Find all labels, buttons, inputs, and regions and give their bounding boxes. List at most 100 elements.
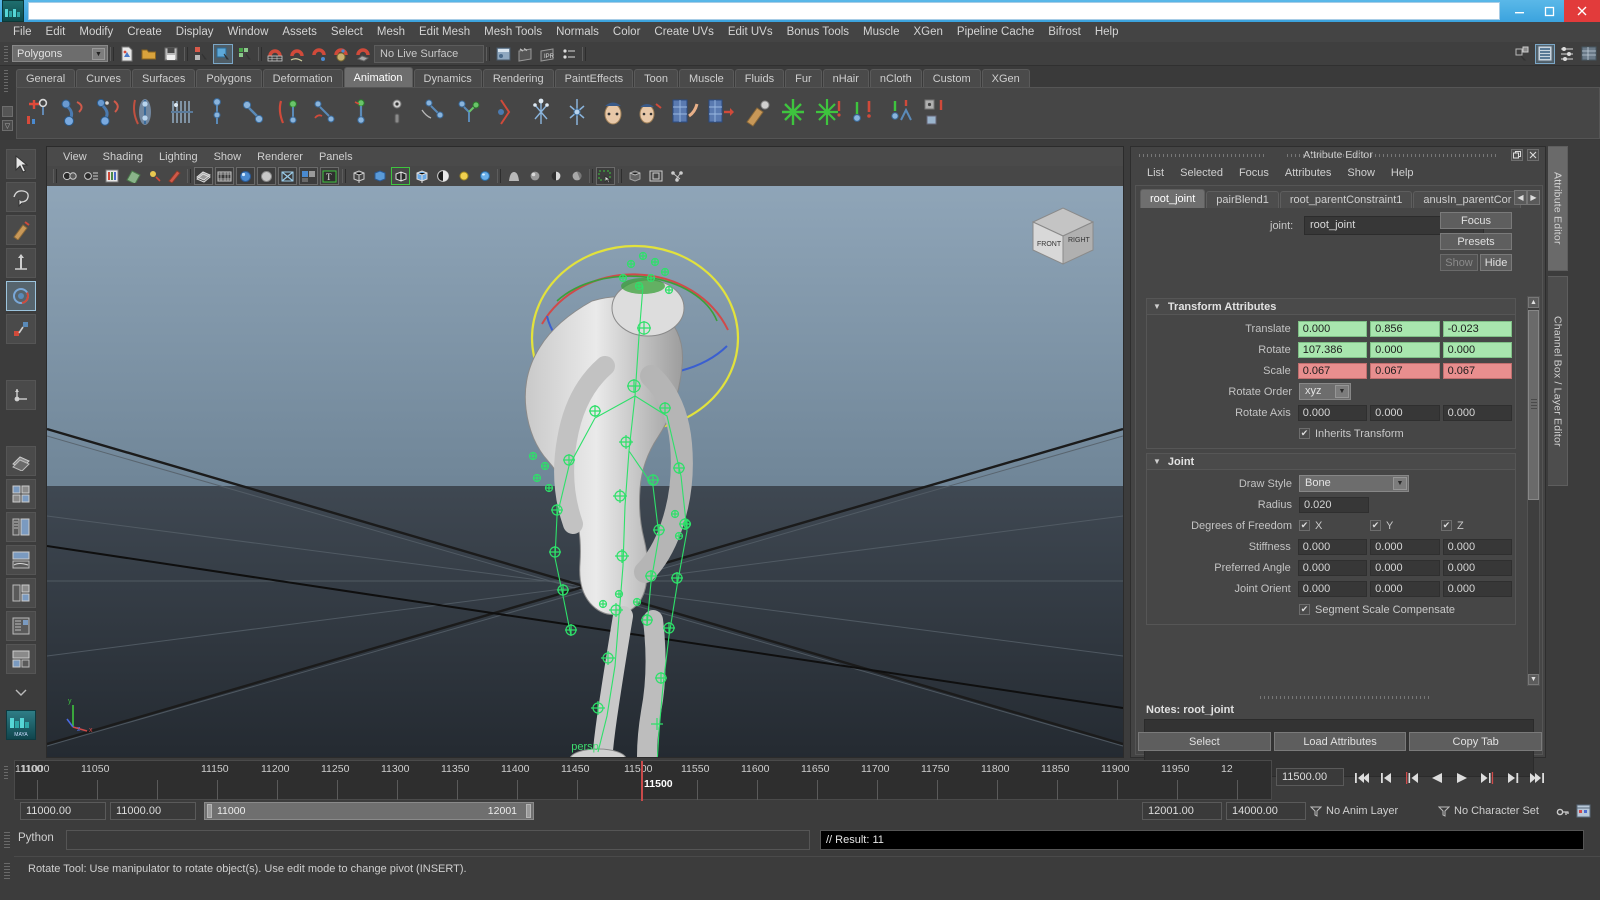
shelf-icon-set-key[interactable]	[849, 96, 883, 130]
scale-z-input[interactable]: 0.067	[1442, 362, 1513, 379]
shelf-icon-create-cluster[interactable]	[777, 96, 811, 130]
point-light-icon[interactable]	[454, 167, 473, 185]
preferred-angle-y-input[interactable]: 0.000	[1370, 559, 1440, 576]
shelf-tab-custom[interactable]: Custom	[922, 69, 981, 88]
snap-to-grids-icon[interactable]	[265, 44, 285, 64]
joint-orient-y-input[interactable]: 0.000	[1370, 580, 1440, 597]
ae-menu-selected[interactable]: Selected	[1172, 166, 1231, 180]
scale-y-input[interactable]: 0.067	[1370, 362, 1440, 379]
xray-joints-icon[interactable]	[646, 167, 665, 185]
help-line-grip[interactable]	[4, 863, 10, 879]
shelf-icon-paint-blend-shape-weights[interactable]	[669, 96, 703, 130]
select-button[interactable]: Select	[1138, 732, 1271, 751]
shelf-icon-artisan-paint[interactable]	[741, 96, 775, 130]
menu-color[interactable]: Color	[606, 24, 647, 40]
range-slider-bar[interactable]: 11000 12001	[204, 802, 534, 820]
shelf-tab-painteffects[interactable]: PaintEffects	[554, 69, 634, 88]
shelf-tab-general[interactable]: General	[16, 69, 76, 88]
attribute-editor-scrollbar[interactable]: ▲ ▼	[1527, 296, 1540, 686]
shelf-tab-surfaces[interactable]: Surfaces	[131, 69, 196, 88]
rotate-axis-y-input[interactable]: 0.000	[1370, 404, 1440, 421]
time-slider-grip[interactable]	[2, 760, 12, 800]
save-scene-icon[interactable]	[161, 44, 181, 64]
viewport-menu-shading[interactable]: Shading	[95, 150, 151, 164]
range-handle-right[interactable]	[526, 804, 531, 818]
shelf-tab-nhair[interactable]: nHair	[822, 69, 869, 88]
transform-attributes-header[interactable]: ▼ Transform Attributes	[1146, 298, 1516, 315]
joint-orient-x-input[interactable]: 0.000	[1297, 580, 1368, 597]
translate-x-input[interactable]: 0.000	[1297, 320, 1368, 337]
layout-two-pane-button[interactable]	[6, 644, 36, 674]
preferred-angle-z-input[interactable]: 0.000	[1442, 559, 1513, 576]
shelf-icon-ik-handle-tool[interactable]	[21, 96, 55, 130]
menu-file[interactable]: File	[6, 24, 39, 40]
layout-hypershade-persp-button[interactable]	[6, 578, 36, 608]
paint-selection-tool-button[interactable]	[6, 215, 36, 245]
menu-bonus-tools[interactable]: Bonus Tools	[780, 24, 856, 40]
joint-section-header[interactable]: ▼ Joint	[1146, 453, 1516, 470]
shelf-icon-connect-joint[interactable]	[309, 96, 343, 130]
shelf-icon-set-breakdown-key[interactable]	[885, 96, 919, 130]
ae-menu-attributes[interactable]: Attributes	[1277, 166, 1339, 180]
snap-to-curves-icon[interactable]	[287, 44, 307, 64]
stiffness-y-input[interactable]: 0.000	[1370, 538, 1440, 555]
motion-blur-icon[interactable]	[546, 167, 565, 185]
menu-modify[interactable]: Modify	[72, 24, 120, 40]
xray-text-icon[interactable]: T	[320, 167, 339, 185]
shelf-icon-joint-tool[interactable]	[201, 96, 235, 130]
hardware-texturing-icon[interactable]	[433, 167, 452, 185]
shelf-icon-reroot-skeleton[interactable]	[345, 96, 379, 130]
menu-display[interactable]: Display	[169, 24, 221, 40]
maximize-button[interactable]	[1534, 0, 1564, 22]
irpr-render-icon[interactable]: IPR	[537, 44, 557, 64]
layout-persp-outliner-button[interactable]	[6, 611, 36, 641]
ae-tab-anusin-parentcon[interactable]: anusIn_parentCor	[1413, 191, 1522, 208]
rotate-x-input[interactable]: 107.386	[1297, 341, 1368, 358]
hide-button[interactable]: Hide	[1480, 254, 1512, 271]
viewport-menu-view[interactable]: View	[55, 150, 95, 164]
ae-menu-focus[interactable]: Focus	[1231, 166, 1277, 180]
viewport-menu-lighting[interactable]: Lighting	[151, 150, 206, 164]
shelf-icon-human-ik[interactable]	[561, 96, 595, 130]
smooth-shade-all-icon[interactable]	[370, 167, 389, 185]
vertical-tab-channel-box[interactable]: Channel Box / Layer Editor	[1548, 276, 1568, 486]
rotate-order-dropdown[interactable]: xyz ▼	[1299, 383, 1351, 400]
lasso-tool-button[interactable]	[6, 182, 36, 212]
show-hide-channel-box-icon[interactable]	[1579, 44, 1599, 64]
translate-z-input[interactable]: -0.023	[1442, 320, 1513, 337]
tab-scroll-left-icon[interactable]: ◀	[1514, 190, 1527, 205]
stiffness-z-input[interactable]: 0.000	[1442, 538, 1513, 555]
anti-aliasing-icon[interactable]	[567, 167, 586, 185]
auto-keyframe-toggle[interactable]	[1556, 805, 1570, 821]
view-cube[interactable]: FRONT RIGHT	[1021, 200, 1105, 272]
show-manipulator-tool-button[interactable]	[6, 380, 36, 410]
bookmarks-icon[interactable]	[102, 167, 121, 185]
show-hide-modeling-toolkit-icon[interactable]	[1513, 44, 1533, 64]
animation-preferences-button[interactable]	[1576, 804, 1591, 821]
shelf-icon-set-preferred-angle[interactable]	[417, 96, 451, 130]
ae-tab-pairblend1[interactable]: pairBlend1	[1206, 191, 1279, 208]
menu-edit-mesh[interactable]: Edit Mesh	[412, 24, 477, 40]
shelf-tab-fluids[interactable]: Fluids	[734, 69, 785, 88]
two-sided-lighting-icon[interactable]	[144, 167, 163, 185]
playback-start-time-field[interactable]: 11000.00	[110, 802, 196, 820]
dof-z-checkbox[interactable]: ✔ Z	[1441, 520, 1464, 532]
current-time-field[interactable]: 11500.00	[1276, 768, 1344, 786]
menu-pipeline-cache[interactable]: Pipeline Cache	[950, 24, 1041, 40]
rotate-tool-button[interactable]	[6, 281, 36, 311]
statusline-grip[interactable]	[4, 45, 8, 62]
shelf-tab-xgen[interactable]: XGen	[981, 69, 1030, 88]
camera-attributes-icon[interactable]	[81, 167, 100, 185]
shelf-tab-deformation[interactable]: Deformation	[262, 69, 343, 88]
play-backwards-button[interactable]	[1425, 768, 1449, 787]
tab-scroll-right-icon[interactable]: ▶	[1527, 190, 1540, 205]
shelf-icon-pole-vector-constraint[interactable]	[489, 96, 523, 130]
shelf-icon-smooth-bind[interactable]	[165, 96, 199, 130]
scale-x-input[interactable]: 0.067	[1297, 362, 1368, 379]
radius-input[interactable]: 0.020	[1299, 496, 1369, 513]
viewport-menu-renderer[interactable]: Renderer	[249, 150, 311, 164]
scrollbar-thumb[interactable]	[1528, 310, 1539, 500]
go-to-start-button[interactable]	[1350, 768, 1374, 787]
menu-bifrost[interactable]: Bifrost	[1041, 24, 1088, 40]
shaded-display-icon[interactable]	[236, 167, 255, 185]
